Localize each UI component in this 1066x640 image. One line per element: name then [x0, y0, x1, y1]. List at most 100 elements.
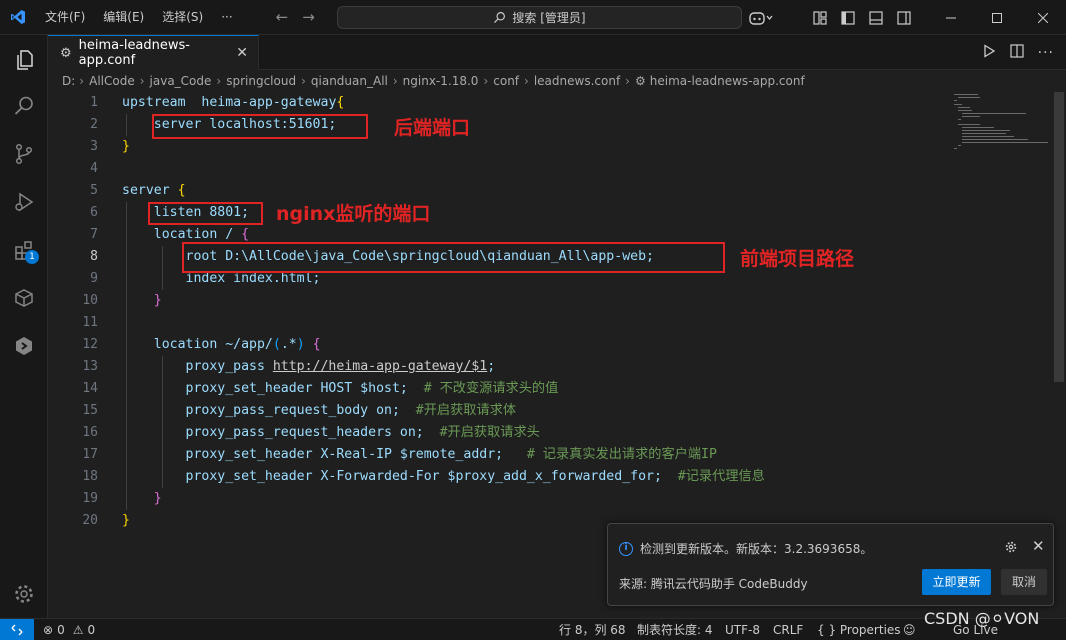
line-number: 17 — [82, 447, 98, 462]
problems-indicator[interactable]: ⊗ 0 ⚠ 0 — [43, 619, 95, 640]
token-url-link[interactable]: http://heima-app-gateway/$1 — [273, 359, 487, 374]
split-editor-icon[interactable] — [1010, 43, 1024, 62]
error-count: 0 — [57, 623, 65, 637]
token-brace: { — [336, 95, 345, 110]
search-icon — [494, 12, 506, 23]
breadcrumb-item[interactable]: springcloud — [226, 74, 296, 88]
codebuddy-icon[interactable] — [0, 324, 48, 368]
back-arrow-icon[interactable]: ← — [276, 8, 289, 26]
source-control-icon[interactable] — [0, 132, 48, 176]
notification-settings-gear-icon[interactable] — [1004, 539, 1018, 558]
token-paren: ) — [296, 337, 305, 352]
csdn-watermark: CSDN @⚪VON — [924, 609, 1040, 628]
search-view-icon[interactable] — [0, 84, 48, 128]
token-semicolon: ; — [487, 359, 496, 374]
token-name: heima-app-gateway — [185, 95, 337, 110]
run-debug-icon[interactable] — [0, 180, 48, 224]
code-line-1: upstream heima-app-gateway{ — [122, 92, 344, 114]
line-number: 9 — [90, 271, 98, 286]
breadcrumb-item[interactable]: heima-leadnews-app.conf — [650, 74, 805, 88]
toggle-panel-icon[interactable] — [864, 6, 888, 30]
toggle-primary-sidebar-icon[interactable] — [836, 6, 860, 30]
settings-gear-icon[interactable] — [0, 572, 48, 616]
token-keyword: proxy_set_header X-Forwarded-For $proxy_… — [122, 469, 678, 484]
cancel-button[interactable]: 取消 — [1001, 569, 1047, 595]
token-keyword: server — [122, 183, 178, 198]
vertical-scrollbar[interactable] — [1052, 92, 1066, 618]
line-number: 10 — [82, 293, 98, 308]
breadcrumb-item[interactable]: qianduan_All — [311, 74, 388, 88]
breadcrumb-item[interactable]: leadnews.conf — [534, 74, 620, 88]
token-comment: # 不改变源请求头的值 — [423, 381, 559, 396]
menu-selection[interactable]: 选择(S) — [153, 0, 212, 35]
line-number: 13 — [82, 359, 98, 374]
run-file-icon[interactable] — [982, 43, 996, 62]
line-number: 20 — [82, 513, 98, 528]
remote-explorer-icon[interactable] — [0, 276, 48, 320]
search-placeholder: 搜索 [管理员] — [512, 11, 586, 25]
tab-size[interactable]: 制表符长度: 4 — [637, 619, 713, 640]
customize-layout-icon[interactable] — [808, 6, 832, 30]
editor-tab-bar: ⚙ heima-leadnews-app.conf ✕ ··· — [48, 35, 1066, 70]
code-line-12: location ~/app/(.*) { — [122, 334, 321, 356]
token-comment: #开启获取请求头 — [439, 425, 540, 440]
line-number: 5 — [90, 183, 98, 198]
notification-message: 检测到更新版本。新版本：3.2.3693658。 — [640, 542, 873, 556]
line-number: 14 — [82, 381, 98, 396]
cursor-position[interactable]: 行 8，列 68 — [559, 619, 626, 640]
menu-more[interactable]: ··· — [212, 0, 241, 35]
breadcrumb-item[interactable]: nginx-1.18.0 — [403, 74, 479, 88]
minimize-button[interactable] — [928, 0, 974, 35]
breadcrumb-item[interactable]: java_Code — [150, 74, 212, 88]
breadcrumb-item[interactable]: AllCode — [89, 74, 135, 88]
code-line-5: server { — [122, 180, 186, 202]
language-mode[interactable]: { } Properties — [817, 619, 901, 640]
extensions-icon[interactable]: 1 — [0, 228, 48, 272]
notification-close-icon[interactable]: ✕ — [1032, 537, 1045, 555]
notification-source: 来源: 腾讯云代码助手 CodeBuddy — [619, 577, 808, 591]
forward-arrow-icon[interactable]: → — [302, 8, 315, 26]
token-comment: #记录代理信息 — [677, 469, 765, 484]
breadcrumb-separator-icon: › — [524, 74, 529, 88]
more-actions-icon[interactable]: ··· — [1038, 45, 1054, 61]
line-number: 18 — [82, 469, 98, 484]
breadcrumb-item[interactable]: D: — [62, 74, 75, 88]
maximize-button[interactable] — [974, 0, 1020, 35]
token-brace: { — [241, 227, 250, 242]
explorer-icon[interactable] — [0, 38, 48, 82]
activity-bar: 1 — [0, 35, 48, 618]
token-keyword: proxy_set_header HOST $host; — [122, 381, 424, 396]
menu-file[interactable]: 文件(F) — [36, 0, 94, 35]
menu-edit[interactable]: 编辑(E) — [94, 0, 153, 35]
command-center-search[interactable]: 搜索 [管理员] — [337, 6, 742, 29]
highlight-box-nginx-port — [148, 202, 263, 225]
code-line-13: proxy_pass http://heima-app-gateway/$1; — [122, 356, 496, 378]
gear-file-icon: ⚙ — [60, 45, 72, 61]
breadcrumb-item[interactable]: conf — [493, 74, 519, 88]
token-keyword: location / — [122, 227, 242, 242]
close-window-button[interactable] — [1020, 0, 1066, 35]
encoding[interactable]: UTF-8 — [725, 619, 760, 640]
highlight-box-backend-port — [152, 114, 368, 139]
code-line-15: proxy_pass_request_body on; #开启获取请求体 — [122, 400, 517, 422]
token-keyword: proxy_pass — [122, 359, 273, 374]
tab-close-icon[interactable]: ✕ — [236, 45, 248, 61]
status-bar: ⊗ 0 ⚠ 0 行 8，列 68 制表符长度: 4 UTF-8 CRLF { }… — [0, 618, 1066, 640]
end-of-line[interactable]: CRLF — [773, 619, 803, 640]
tab-heima-leadnews-app-conf[interactable]: ⚙ heima-leadnews-app.conf ✕ — [48, 35, 259, 70]
line-number: 16 — [82, 425, 98, 440]
code-line-19: } — [122, 491, 162, 506]
toggle-secondary-sidebar-icon[interactable] — [892, 6, 916, 30]
vscode-logo-icon — [0, 9, 36, 25]
copilot-icon[interactable] — [744, 6, 778, 30]
update-now-button[interactable]: 立即更新 — [922, 569, 991, 595]
minimap[interactable] — [954, 92, 1054, 152]
remote-indicator-icon[interactable] — [0, 619, 34, 640]
breadcrumb-separator-icon: › — [392, 74, 398, 88]
token-comment: #开启获取请求体 — [415, 403, 517, 418]
breadcrumb-separator-icon: › — [301, 74, 306, 88]
copilot-status-icon[interactable]: ☺ — [903, 619, 916, 640]
code-line-10: } — [122, 293, 162, 308]
annotation-nginx-port: nginx监听的端口 — [276, 203, 431, 225]
scrollbar-thumb[interactable] — [1054, 92, 1064, 382]
